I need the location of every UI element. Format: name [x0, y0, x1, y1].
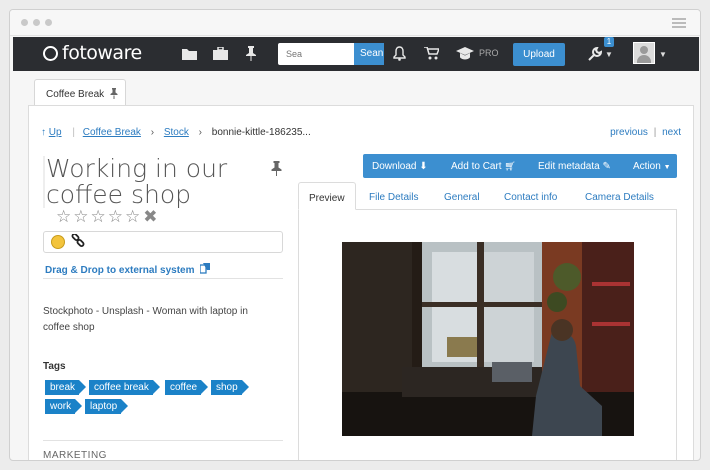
- asset-pin-icon[interactable]: [271, 161, 282, 176]
- download-icon: ⬇: [419, 161, 428, 172]
- asset-description: Stockphoto - Unsplash - Woman with lapto…: [43, 306, 248, 333]
- rating-stars[interactable]: ☆☆☆☆☆✖: [56, 207, 160, 227]
- tag-break[interactable]: break: [45, 380, 87, 395]
- cart-icon: 🛒︎: [504, 161, 516, 171]
- asset-tools-bar: [43, 231, 283, 253]
- asset-detail-panel: ↑ Up | Coffee Break › Stock › bonnie-kit…: [28, 105, 694, 460]
- divider: [43, 440, 283, 441]
- star-icon[interactable]: ☆: [56, 207, 73, 226]
- preview-image[interactable]: [342, 242, 634, 436]
- logo-mark-icon: [43, 46, 58, 61]
- action-dropdown-button[interactable]: Action ▼: [633, 161, 671, 172]
- cart-icon[interactable]: [424, 47, 439, 60]
- logo-text: fotoware: [62, 42, 142, 64]
- top-navbar: fotoware Sean PRO Upload 1 ▼ ▼: [13, 37, 699, 71]
- caret-down-icon: ▼: [663, 164, 671, 171]
- tag-laptop[interactable]: laptop: [85, 399, 129, 414]
- search-button[interactable]: Sean: [354, 43, 384, 65]
- search-input[interactable]: [278, 43, 354, 65]
- window-dot-close[interactable]: [21, 19, 28, 26]
- breadcrumb-up[interactable]: Up: [49, 127, 62, 138]
- edit-metadata-label: Edit metadata: [538, 161, 600, 172]
- tab-label: Coffee Break: [46, 89, 105, 100]
- tag-coffee-break[interactable]: coffee break: [89, 380, 160, 395]
- divider: [43, 278, 283, 279]
- copy-icon: [199, 263, 211, 274]
- download-label: Download: [372, 161, 417, 172]
- graduation-cap-icon[interactable]: [456, 47, 474, 60]
- pager: previous | next: [610, 127, 681, 138]
- add-to-cart-label: Add to Cart: [451, 161, 502, 172]
- clear-rating-icon[interactable]: ✖: [143, 207, 159, 226]
- pin-icon[interactable]: [245, 46, 257, 61]
- star-icon[interactable]: ☆: [73, 207, 90, 226]
- tag-coffee[interactable]: coffee: [165, 380, 209, 395]
- edit-metadata-button[interactable]: Edit metadata ✎: [538, 161, 611, 172]
- pencil-icon: ✎: [602, 161, 611, 172]
- next-link[interactable]: next: [662, 127, 681, 138]
- add-to-cart-button[interactable]: Add to Cart 🛒︎: [451, 161, 516, 172]
- folder-icon[interactable]: [182, 48, 197, 60]
- tab-camera-details[interactable]: Camera Details: [585, 182, 654, 210]
- hamburger-menu-icon[interactable]: [672, 18, 686, 28]
- briefcase-icon[interactable]: [213, 47, 228, 60]
- breadcrumb-stock[interactable]: Stock: [164, 127, 189, 138]
- window-dot-maximize[interactable]: [45, 19, 52, 26]
- star-icon[interactable]: ☆: [125, 207, 142, 226]
- drag-drop-label: Drag & Drop to external system: [45, 265, 195, 276]
- user-avatar[interactable]: [633, 42, 655, 64]
- breadcrumb-coffee-break[interactable]: Coffee Break: [83, 127, 141, 138]
- admin-caret-icon[interactable]: ▼: [605, 50, 613, 59]
- up-arrow-icon[interactable]: ↑: [41, 127, 46, 138]
- detail-tabs: Preview File Details General Contact inf…: [298, 182, 677, 210]
- tag-shop[interactable]: shop: [211, 380, 249, 395]
- browser-window: fotoware Sean PRO Upload 1 ▼ ▼ Coffee Br…: [9, 9, 701, 461]
- window-titlebar: [10, 10, 700, 36]
- preview-panel: [298, 210, 677, 460]
- breadcrumb-current: bonnie-kittle-186235...: [211, 127, 311, 138]
- window-dot-minimize[interactable]: [33, 19, 40, 26]
- tab-contact-info[interactable]: Contact info: [504, 182, 557, 210]
- link-icon[interactable]: [71, 234, 85, 248]
- action-toolbar: Download ⬇ Add to Cart 🛒︎ Edit metadata …: [363, 154, 677, 178]
- user-caret-icon[interactable]: ▼: [659, 50, 667, 59]
- tab-preview[interactable]: Preview: [298, 182, 356, 210]
- section-marketing-heading[interactable]: MARKETING: [43, 450, 107, 460]
- tab-general[interactable]: General: [444, 182, 480, 210]
- download-button[interactable]: Download ⬇: [372, 161, 428, 172]
- wrench-icon[interactable]: [588, 47, 602, 61]
- drag-drop-external-link[interactable]: Drag & Drop to external system: [45, 263, 211, 276]
- tag-work[interactable]: work: [45, 399, 83, 414]
- previous-link[interactable]: previous: [610, 127, 648, 138]
- star-icon[interactable]: ☆: [108, 207, 125, 226]
- tab-coffee-break[interactable]: Coffee Break: [34, 79, 126, 106]
- notification-badge: 1: [604, 37, 614, 47]
- tab-pin-icon[interactable]: [110, 88, 118, 99]
- bell-icon[interactable]: [393, 46, 406, 61]
- coffee-shop-photo: [342, 242, 634, 436]
- breadcrumb-chevron-icon: ›: [198, 127, 202, 138]
- breadcrumb: ↑ Up | Coffee Break › Stock › bonnie-kit…: [41, 127, 311, 138]
- tags-heading: Tags: [43, 361, 66, 372]
- breadcrumb-chevron-icon: ›: [150, 127, 155, 138]
- pro-label: PRO: [479, 48, 499, 58]
- asset-title[interactable]: Working in our coffee shop: [43, 156, 243, 208]
- tab-file-details[interactable]: File Details: [369, 182, 418, 210]
- upload-button[interactable]: Upload: [513, 43, 565, 66]
- star-icon[interactable]: ☆: [91, 207, 108, 226]
- smiley-icon[interactable]: [51, 235, 65, 249]
- action-label: Action: [633, 161, 661, 172]
- pager-separator: |: [653, 127, 657, 138]
